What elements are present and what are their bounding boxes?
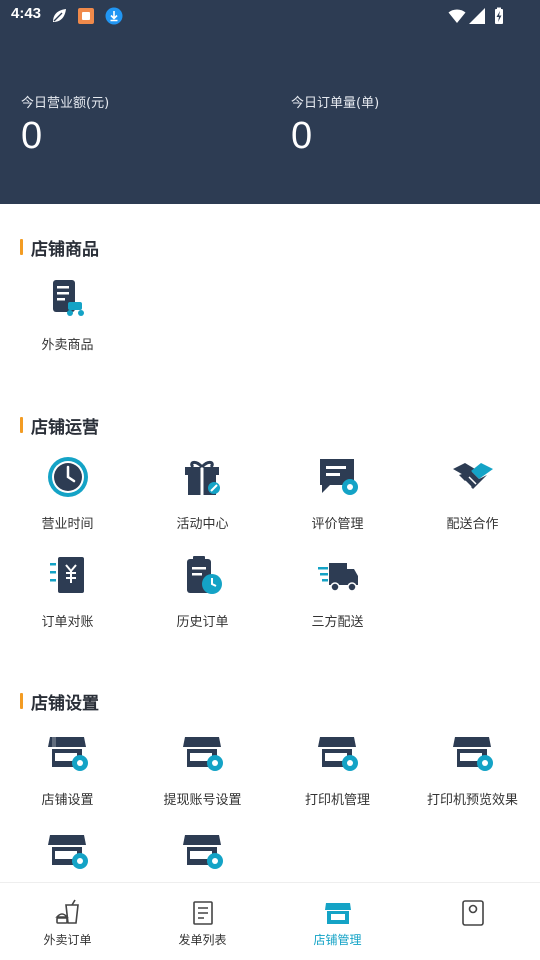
tile-label: 订单对账 xyxy=(41,615,94,630)
tile-label: 三方配送 xyxy=(311,615,364,630)
leaf-icon xyxy=(53,9,66,22)
status-time: 4:43 xyxy=(11,5,42,22)
nav-label: 店铺管理 xyxy=(313,933,362,947)
store-icon xyxy=(325,903,351,924)
nav-store-management[interactable]: 店铺管理 xyxy=(270,883,405,960)
tile-store-settings[interactable]: 店铺设置 xyxy=(0,731,135,819)
download-icon xyxy=(105,7,123,25)
tile-label: 店铺设置 xyxy=(41,793,94,808)
nav-label: 发单列表 xyxy=(178,933,227,947)
document-list-icon xyxy=(193,901,213,925)
section-title-operations: 店铺运营 xyxy=(20,414,99,438)
section-title-text: 店铺运营 xyxy=(31,417,99,438)
today-revenue-stat: 今日营业额(元) 0 xyxy=(21,92,109,158)
today-orders-stat: 今日订单量(单) 0 xyxy=(291,92,379,158)
today-orders-label: 今日订单量(单) xyxy=(291,96,380,111)
today-orders-value: 0 xyxy=(291,115,313,157)
delivery-truck-icon xyxy=(318,563,358,592)
section-accent-bar xyxy=(20,693,23,709)
today-revenue-value: 0 xyxy=(21,115,43,157)
nav-dispatch-list[interactable]: 发单列表 xyxy=(135,883,270,960)
tile-label: 活动中心 xyxy=(176,517,229,532)
section-title-settings: 店铺设置 xyxy=(20,690,99,714)
handshake-icon xyxy=(453,463,493,489)
section-title-goods: 店铺商品 xyxy=(20,236,99,260)
tile-withdraw-account-settings[interactable]: 提现账号设置 xyxy=(135,731,270,819)
tile-order-reconciliation[interactable]: 订单对账 xyxy=(0,553,135,641)
tile-label: 配送合作 xyxy=(446,517,499,532)
tile-label: 提现账号设置 xyxy=(163,793,242,808)
nav-profile[interactable] xyxy=(405,883,540,960)
user-card-icon xyxy=(462,900,484,926)
wifi-icon xyxy=(448,9,466,23)
tile-printer-management[interactable]: 打印机管理 xyxy=(270,731,405,819)
tile-label: 评价管理 xyxy=(311,517,364,532)
section-title-text: 店铺设置 xyxy=(31,693,99,714)
tile-printer-preview[interactable]: 打印机预览效果 xyxy=(405,731,540,819)
tile-label: 打印机管理 xyxy=(304,793,370,808)
signal-icon xyxy=(469,8,485,24)
tile-third-party-delivery[interactable]: 三方配送 xyxy=(270,553,405,641)
section-title-text: 店铺商品 xyxy=(31,239,99,260)
tile-label: 历史订单 xyxy=(176,615,229,630)
nav-takeout-orders[interactable]: 外卖订单 xyxy=(0,883,135,960)
bottom-navigation: 外卖订单 发单列表 店铺管理 xyxy=(0,882,540,960)
store-gear-icon xyxy=(318,737,358,771)
section-accent-bar xyxy=(20,239,23,255)
clipboard-clock-icon xyxy=(187,556,222,594)
dashboard-header: 4:43 今日营业额(元) 0 今日订单量(单) 0 xyxy=(0,0,540,204)
tile-history-orders[interactable]: 历史订单 xyxy=(135,553,270,641)
battery-charging-icon xyxy=(495,7,503,24)
takeout-goods-icon xyxy=(53,280,84,316)
section-accent-bar xyxy=(20,417,23,433)
drink-burger-icon xyxy=(55,899,79,924)
store-gear-icon xyxy=(183,737,223,771)
store-gear-icon xyxy=(48,835,88,869)
status-bar: 4:43 xyxy=(0,0,540,32)
store-gear-icon xyxy=(453,737,493,771)
clock-icon xyxy=(48,457,88,497)
today-revenue-label: 今日营业额(元) xyxy=(21,96,110,111)
tile-delivery-cooperation[interactable]: 配送合作 xyxy=(405,455,540,543)
nav-label: 外卖订单 xyxy=(43,933,92,947)
store-gear-icon xyxy=(48,737,88,771)
tile-business-hours[interactable]: 营业时间 xyxy=(0,455,135,543)
comment-settings-icon xyxy=(320,459,358,495)
tile-review-management[interactable]: 评价管理 xyxy=(270,455,405,543)
tile-label: 营业时间 xyxy=(41,517,94,532)
gift-icon xyxy=(185,460,220,495)
tile-takeout-goods[interactable]: 外卖商品 xyxy=(0,276,135,364)
tile-label: 外卖商品 xyxy=(41,338,94,353)
tile-label: 打印机预览效果 xyxy=(426,793,518,808)
app-notification-icon xyxy=(78,8,94,24)
tile-activity-center[interactable]: 活动中心 xyxy=(135,455,270,543)
yuan-receipt-icon xyxy=(50,557,84,593)
app-root: 4:43 今日营业额(元) 0 今日订单量(单) 0 店铺商品 外卖商品 店铺运… xyxy=(0,0,540,960)
store-gear-icon xyxy=(183,835,223,869)
